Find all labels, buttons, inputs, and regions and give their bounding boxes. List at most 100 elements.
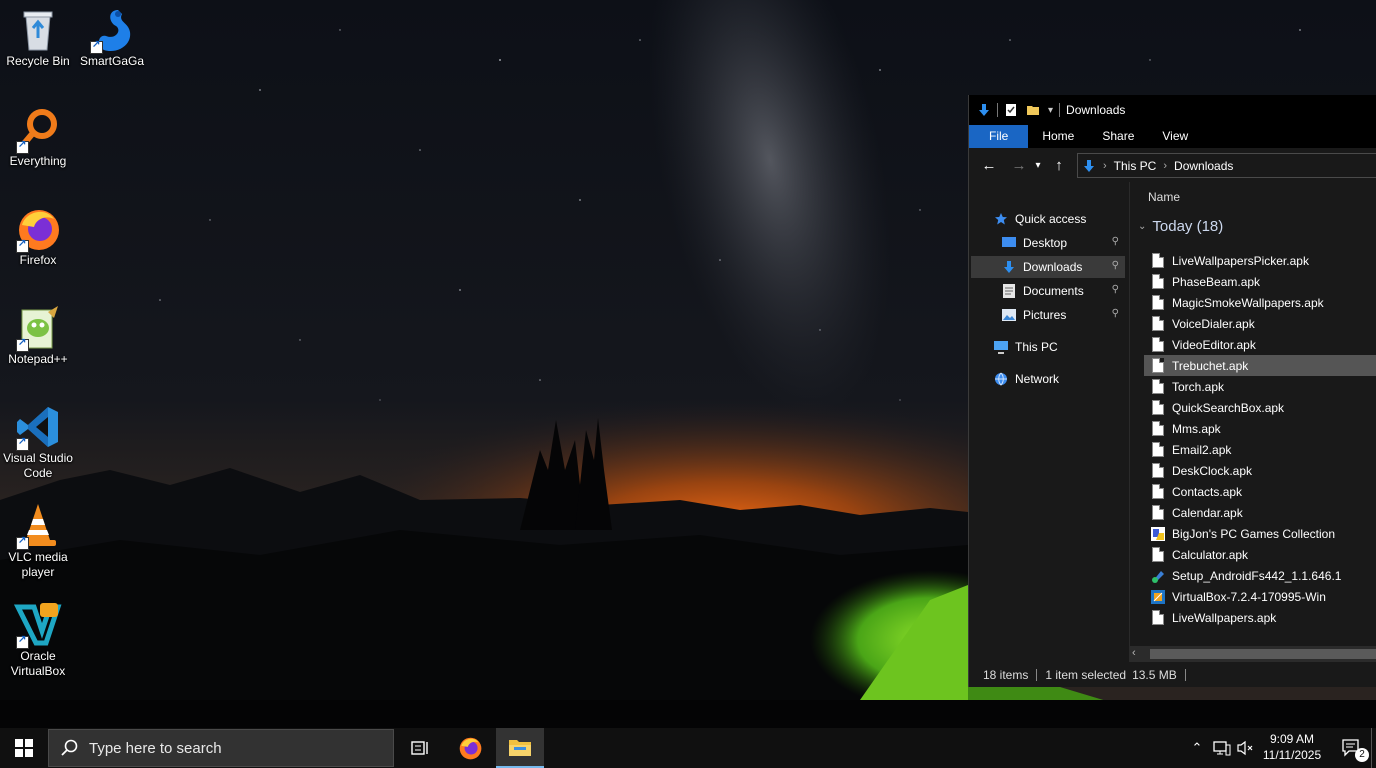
shortcut-arrow-icon: [90, 39, 103, 54]
status-bar: 18 items 1 item selected 13.5 MB: [969, 662, 1376, 687]
file-row[interactable]: LiveWallpapersPicker.apk: [1144, 250, 1376, 271]
breadcrumb-downloads[interactable]: Downloads: [1174, 159, 1233, 173]
file-row[interactable]: PhaseBeam.apk: [1144, 271, 1376, 292]
download-arrow-icon: [1001, 259, 1017, 275]
file-row[interactable]: Calendar.apk: [1144, 502, 1376, 523]
shortcut-arrow-icon: [16, 238, 29, 253]
back-arrow-icon[interactable]: ←: [977, 157, 1001, 174]
file-row[interactable]: BigJon's PC Games Collection: [1144, 523, 1376, 544]
notification-count-badge: 2: [1355, 748, 1369, 762]
system-clock[interactable]: 9:09 AM 11/11/2025: [1252, 731, 1332, 763]
pin-icon[interactable]: ⚲: [1112, 284, 1119, 295]
breadcrumb-this-pc[interactable]: This PC: [1114, 159, 1157, 173]
document-icon: [1150, 379, 1166, 395]
pin-icon[interactable]: ⚲: [1112, 260, 1119, 271]
quick-access-toolbar-dropdown-icon[interactable]: ▾: [1048, 105, 1053, 116]
address-bar[interactable]: › This PC › Downloads: [1077, 153, 1376, 178]
recent-locations-chevron-icon[interactable]: ▾: [1031, 160, 1045, 171]
taskbar-file-explorer[interactable]: [496, 728, 544, 768]
file-row[interactable]: Mms.apk: [1144, 418, 1376, 439]
vscode-icon: [14, 403, 62, 451]
task-view-icon: [411, 741, 428, 755]
taskbar-search-box[interactable]: Type here to search: [48, 729, 394, 767]
document-icon: [1150, 610, 1166, 626]
nav-item-this-pc[interactable]: This PC: [993, 336, 1127, 358]
document-icon: [1150, 316, 1166, 332]
group-header-today[interactable]: ⌄ Today (18): [1138, 218, 1223, 235]
breadcrumb-separator-icon[interactable]: ›: [1163, 160, 1167, 172]
file-name: Email2.apk: [1172, 442, 1232, 457]
desktop-icon-firefox[interactable]: Firefox: [0, 205, 76, 268]
horizontal-scrollbar[interactable]: ‹: [1130, 646, 1376, 662]
pin-icon[interactable]: ⚲: [1112, 236, 1119, 247]
taskbar-firefox[interactable]: [446, 728, 494, 768]
file-row[interactable]: MagicSmokeWallpapers.apk: [1144, 292, 1376, 313]
file-row[interactable]: Torch.apk: [1144, 376, 1376, 397]
file-name: DeskClock.apk: [1172, 463, 1253, 478]
document-icon: [1150, 358, 1166, 374]
desktop-icon-notepadpp[interactable]: Notepad++: [0, 304, 76, 367]
tray-overflow-chevron-icon[interactable]: ⌃: [1186, 728, 1208, 768]
breadcrumb-separator-icon[interactable]: ›: [1103, 160, 1107, 172]
properties-icon[interactable]: [1004, 103, 1018, 117]
file-name: Trebuchet.apk: [1172, 358, 1249, 373]
shortcut-arrow-icon: [16, 634, 29, 649]
start-button[interactable]: [0, 728, 48, 768]
file-row[interactable]: Contacts.apk: [1144, 481, 1376, 502]
forward-arrow-icon[interactable]: →: [1007, 157, 1031, 174]
show-desktop-button[interactable]: [1371, 728, 1376, 768]
tab-home[interactable]: Home: [1028, 125, 1088, 148]
scroll-left-arrow-icon[interactable]: ‹: [1132, 647, 1136, 659]
nav-item-network[interactable]: Network: [993, 368, 1127, 390]
desktop-icon-vlc[interactable]: VLC media player: [0, 502, 76, 580]
action-center-button[interactable]: 2: [1334, 728, 1370, 768]
tab-file[interactable]: File: [969, 125, 1029, 148]
tab-view[interactable]: View: [1148, 125, 1202, 148]
file-row[interactable]: QuickSearchBox.apk: [1144, 397, 1376, 418]
document-icon: [1150, 484, 1166, 500]
file-row[interactable]: LiveWallpapers.apk: [1144, 607, 1376, 628]
nav-item-documents[interactable]: Documents ⚲: [971, 280, 1125, 302]
file-name: Calculator.apk: [1172, 547, 1249, 562]
network-icon[interactable]: [1210, 728, 1234, 768]
file-row[interactable]: DeskClock.apk: [1144, 460, 1376, 481]
file-explorer-window[interactable]: ▾ Downloads File Home Share View ← → ▾ ↑…: [968, 95, 1376, 687]
column-header-name[interactable]: Name: [1148, 190, 1180, 204]
recycle-bin-icon: [14, 6, 62, 54]
nav-label: Documents: [1023, 284, 1084, 298]
file-row[interactable]: VirtualBox-7.2.4-170995-Win: [1144, 586, 1376, 607]
file-row[interactable]: Setup_AndroidFs442_1.1.646.1: [1144, 565, 1376, 586]
title-bar[interactable]: ▾ Downloads: [969, 95, 1376, 125]
desktop-icon-everything[interactable]: Everything: [0, 106, 76, 169]
installer-icon: [1150, 526, 1166, 542]
file-name: LiveWallpapers.apk: [1172, 610, 1277, 625]
file-row[interactable]: Email2.apk: [1144, 439, 1376, 460]
everything-search-icon: [14, 106, 62, 154]
desktop-icon-smartgaga[interactable]: SmartGaGa: [74, 6, 150, 69]
nav-item-desktop[interactable]: Desktop ⚲: [971, 232, 1125, 254]
new-folder-icon[interactable]: [1026, 103, 1040, 117]
up-arrow-icon[interactable]: ↑: [1047, 157, 1071, 174]
nav-item-downloads[interactable]: Downloads ⚲: [971, 256, 1125, 278]
pin-icon[interactable]: ⚲: [1112, 308, 1119, 319]
task-view-button[interactable]: [396, 728, 444, 768]
file-name: VoiceDialer.apk: [1172, 316, 1255, 331]
desktop-icon-recycle-bin[interactable]: Recycle Bin: [0, 6, 76, 69]
desktop-icon-label: Firefox: [19, 253, 57, 267]
file-row[interactable]: Trebuchet.apk: [1144, 355, 1376, 376]
tab-share[interactable]: Share: [1088, 125, 1148, 148]
document-icon: [1150, 337, 1166, 353]
window-title: Downloads: [1066, 103, 1126, 117]
search-icon: [61, 739, 78, 756]
scrollbar-thumb[interactable]: [1150, 649, 1376, 659]
nav-item-quick-access[interactable]: Quick access: [993, 208, 1127, 230]
file-row[interactable]: VoiceDialer.apk: [1144, 313, 1376, 334]
file-name: LiveWallpapersPicker.apk: [1172, 253, 1309, 268]
documents-icon: [1001, 283, 1017, 299]
nav-item-pictures[interactable]: Pictures ⚲: [971, 304, 1125, 326]
file-row[interactable]: Calculator.apk: [1144, 544, 1376, 565]
desktop-icon-vscode[interactable]: Visual Studio Code: [0, 403, 76, 481]
file-name: VirtualBox-7.2.4-170995-Win: [1172, 589, 1326, 604]
desktop-icon-virtualbox[interactable]: Oracle VirtualBox: [0, 601, 76, 679]
file-row[interactable]: VideoEditor.apk: [1144, 334, 1376, 355]
